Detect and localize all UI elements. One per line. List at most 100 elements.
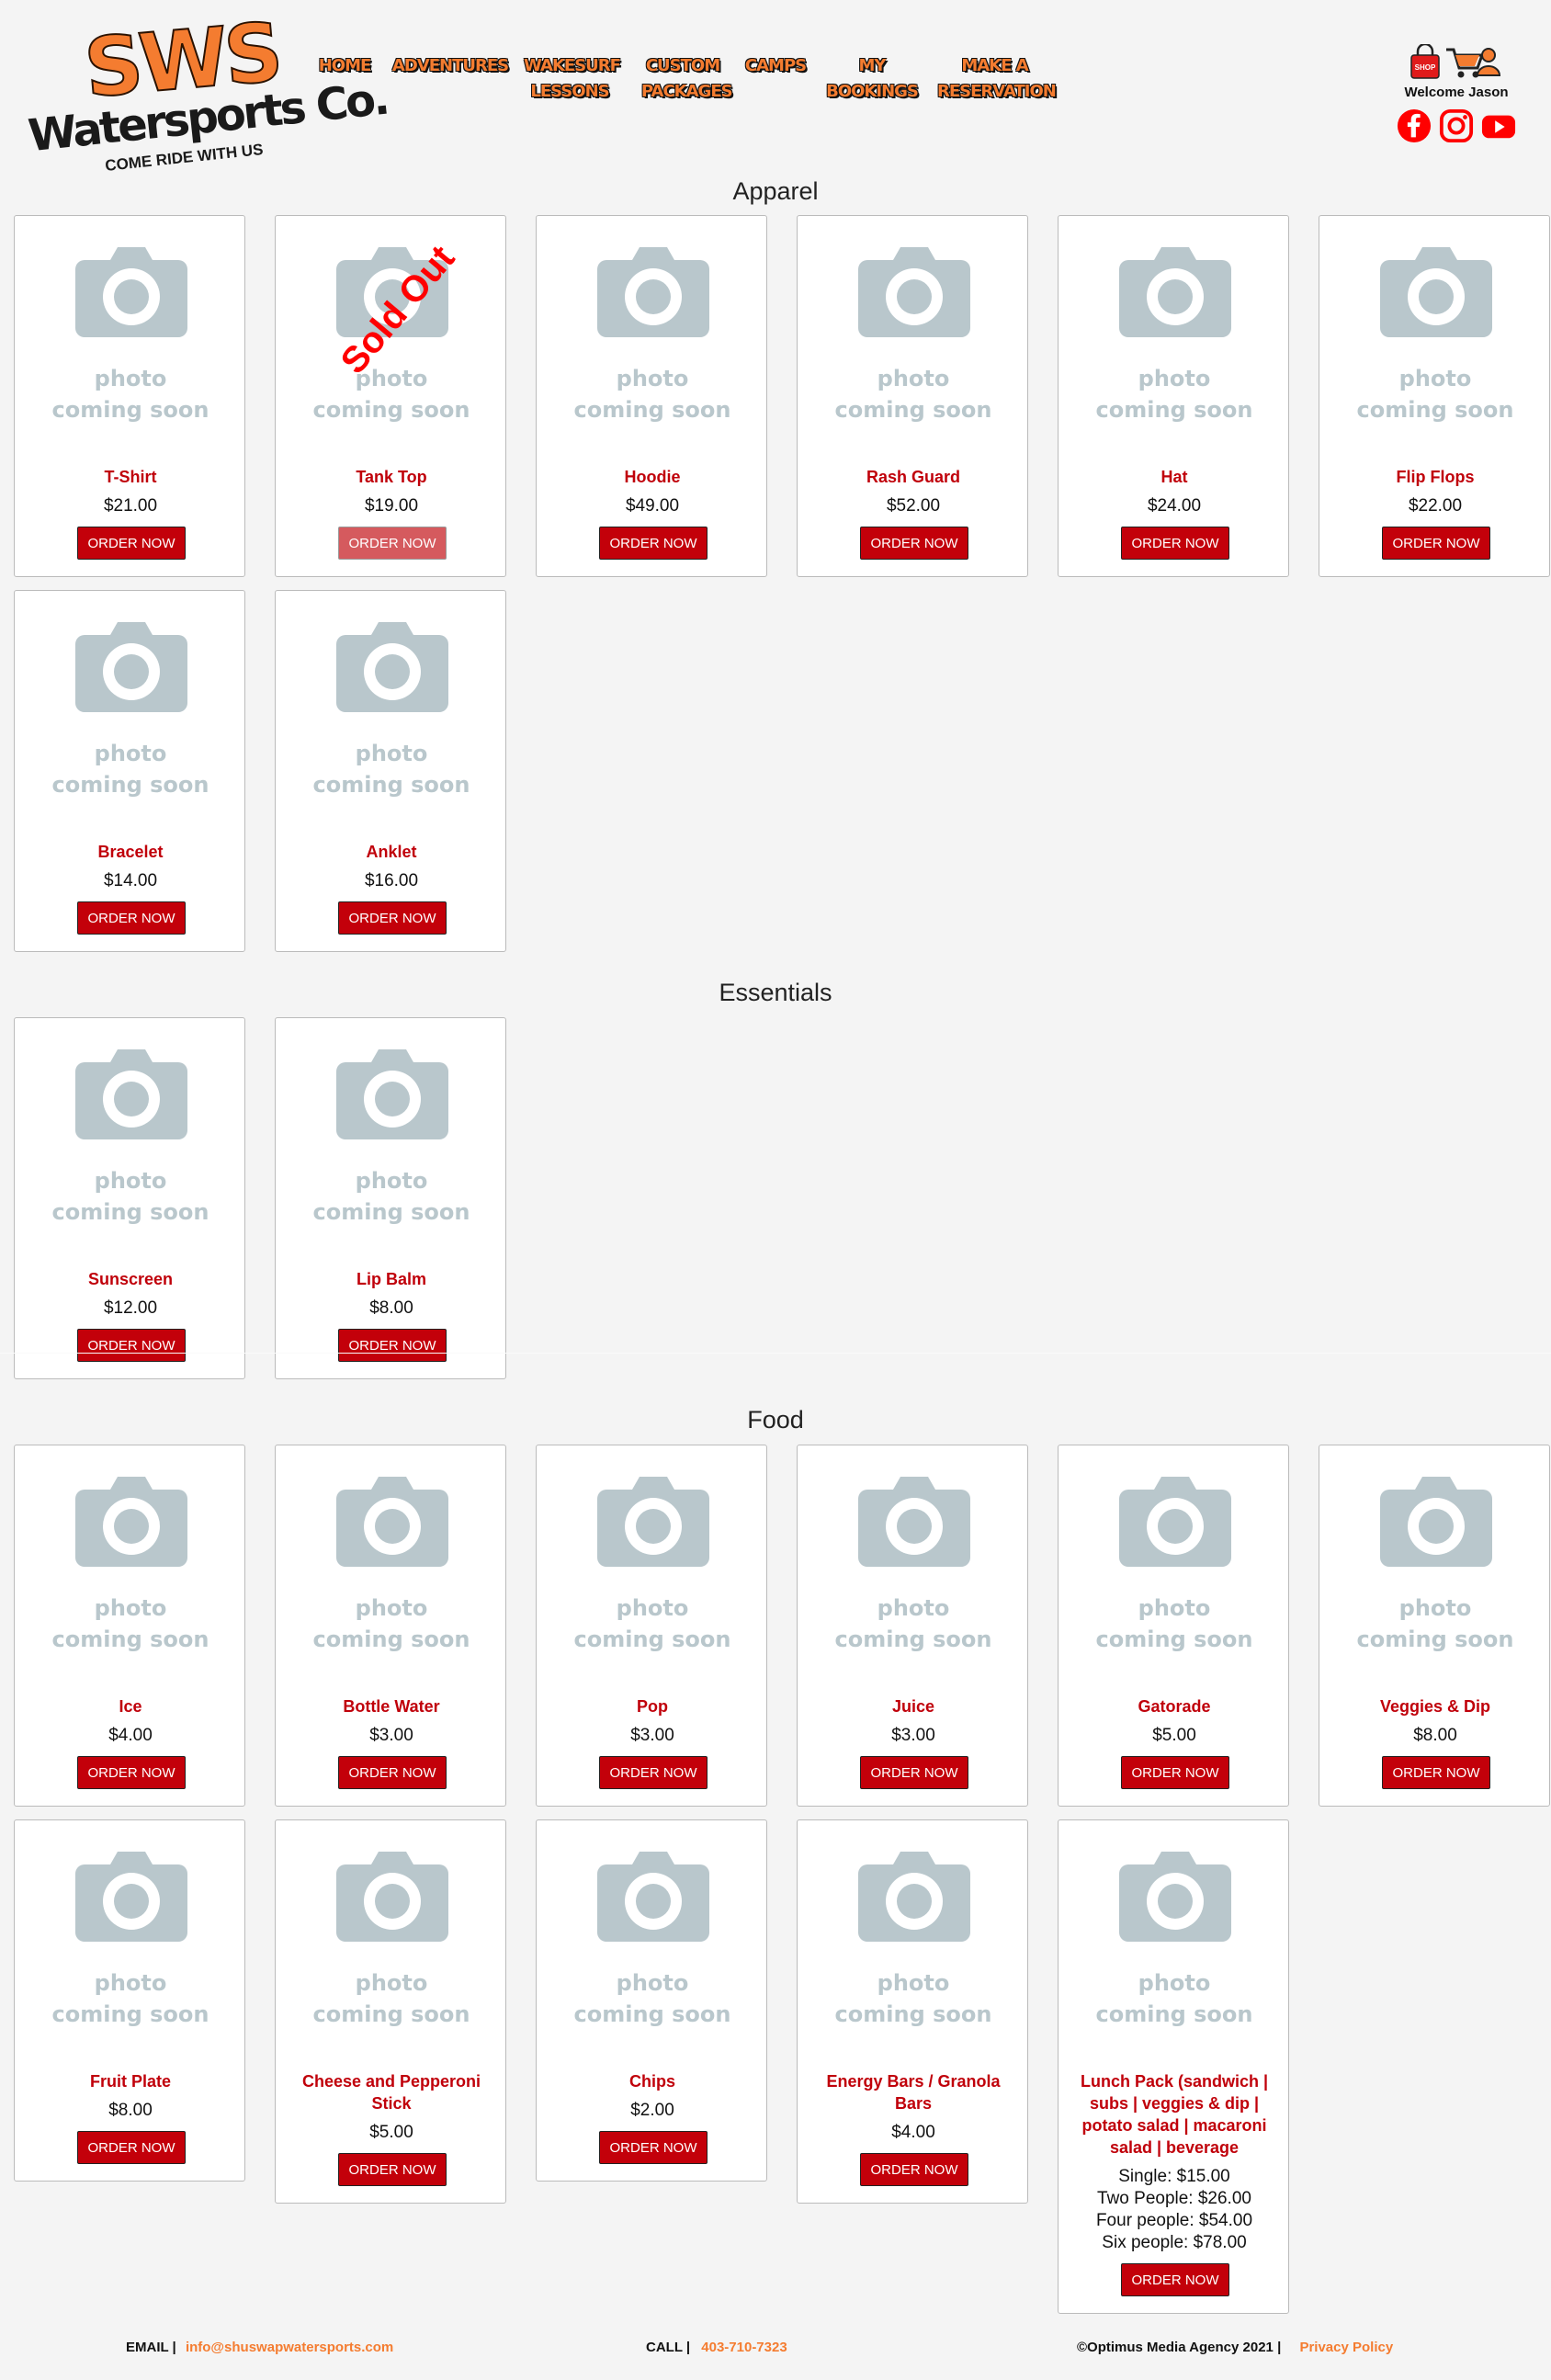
product-card: photo coming soon Bracelet $14.00 ORDER NOW [14, 590, 245, 952]
order-now-button[interactable]: ORDER NOW [77, 1756, 186, 1789]
camera-placeholder-icon [858, 247, 970, 337]
photo-text-line: photo [355, 1970, 428, 1996]
order-now-button[interactable]: ORDER NOW [77, 2131, 186, 2164]
order-now-button[interactable]: ORDER NOW [77, 901, 186, 935]
nav-item-my-bookings[interactable]: MY BOOKINGS [825, 53, 919, 105]
photo-coming-soon-text: photo coming soon [1319, 363, 1551, 425]
cart-user-icon[interactable] [1444, 44, 1501, 81]
nav-item-custom-packages[interactable]: CUSTOM PACKAGES [641, 53, 733, 105]
product-price: $12.00 [103, 1298, 158, 1318]
product-card: photo coming soon Fruit Plate $8.00 ORDER NO… [14, 1819, 245, 2182]
footer-legal: ©Optimus Media Agency 2021 | Privacy Pol… [1077, 2340, 1393, 2355]
photo-text-line: coming soon [1095, 1626, 1253, 1652]
site-logo[interactable]: SWS Watersports Co. COME RIDE WITH US [26, 4, 390, 176]
nav-item-home[interactable]: HOME [317, 53, 372, 79]
order-now-button[interactable]: ORDER NOW [338, 1756, 447, 1789]
site-header: SWS Watersports Co. COME RIDE WITH US HO… [0, 0, 1551, 175]
product-name: Rash Guard [866, 468, 961, 486]
instagram-icon[interactable] [1439, 108, 1474, 144]
order-now-button[interactable]: ORDER NOW [1121, 527, 1229, 560]
photo-text-line: photo [616, 1595, 689, 1621]
photo-text-line: photo [355, 1595, 428, 1621]
nav-item-adventures[interactable]: ADVENTURES [391, 53, 510, 79]
photo-text-line: coming soon [312, 772, 470, 798]
nav-item-make-a-reservation[interactable]: MAKE A RESERVATION [937, 53, 1057, 105]
order-now-button[interactable]: ORDER NOW [860, 1756, 968, 1789]
order-now-button[interactable]: ORDER NOW [77, 1329, 186, 1362]
youtube-icon[interactable] [1481, 108, 1516, 144]
order-now-button[interactable]: ORDER NOW [599, 2131, 708, 2164]
order-now-button[interactable]: ORDER NOW [599, 527, 708, 560]
photo-text-line: coming soon [312, 397, 470, 423]
photo-text-line: coming soon [834, 1626, 992, 1652]
order-now-button[interactable]: ORDER NOW [1121, 1756, 1229, 1789]
order-now-button[interactable]: ORDER NOW [338, 2153, 447, 2186]
product-price: $3.00 [891, 1726, 935, 1745]
photo-text-line: photo [355, 741, 428, 766]
user-area: SHOP Welcome Jason [1397, 44, 1516, 144]
nav-item-label: WAKESURF [524, 56, 621, 75]
product-photo: photo coming soon [537, 244, 768, 423]
photo-text-line: coming soon [573, 1626, 731, 1652]
section-title-food: Food [747, 1406, 804, 1434]
product-name: Ice [119, 1697, 142, 1716]
product-card: photo coming soon Veggies & Dip $8.00 ORDER … [1319, 1445, 1550, 1807]
shop-icons: SHOP [1397, 44, 1516, 81]
photo-text-line: coming soon [51, 2001, 209, 2027]
product-name: Bottle Water [343, 1697, 440, 1716]
order-now-button[interactable]: ORDER NOW [338, 1329, 447, 1362]
product-card: photo coming soon Hoodie $49.00 ORDER NOW [536, 215, 767, 577]
product-card: photo coming soon Lip Balm $8.00 ORDER NOW [275, 1017, 506, 1379]
order-now-button[interactable]: ORDER NOW [860, 2153, 968, 2186]
footer-email-link[interactable]: info@shuswapwatersports.com [186, 2340, 393, 2355]
order-now-button[interactable]: ORDER NOW [1121, 2263, 1229, 2296]
photo-text-line: photo [877, 1595, 950, 1621]
photo-text-line: coming soon [51, 772, 209, 798]
order-now-button: ORDER NOW [338, 527, 447, 560]
product-photo: photo coming soon [15, 244, 246, 423]
product-name: Flip Flops [1396, 468, 1475, 486]
order-now-button[interactable]: ORDER NOW [1382, 527, 1490, 560]
camera-placeholder-icon [75, 1477, 187, 1567]
order-now-button[interactable]: ORDER NOW [599, 1756, 708, 1789]
privacy-policy-link[interactable]: Privacy Policy [1299, 2340, 1393, 2355]
product-price: $16.00 [364, 871, 419, 890]
camera-placeholder-icon [1119, 247, 1231, 337]
nav-item-label: PACKAGES [641, 82, 733, 101]
product-price: $22.00 [1408, 496, 1463, 516]
photo-coming-soon-text: photo coming soon [1319, 1592, 1551, 1655]
camera-placeholder-icon [597, 1852, 709, 1942]
product-price: $3.00 [369, 1726, 413, 1745]
photo-text-line: photo [877, 1970, 950, 1996]
order-now-button[interactable]: ORDER NOW [860, 527, 968, 560]
product-name: Gatorade [1138, 1697, 1211, 1716]
camera-placeholder-icon [1380, 1477, 1492, 1567]
nav-item-label: LESSONS [530, 82, 609, 101]
product-photo: photo coming soon [276, 1046, 507, 1225]
product-card: photo coming soon Hat $24.00 ORDER NOW [1058, 215, 1289, 577]
photo-text-line: coming soon [51, 1626, 209, 1652]
nav-item-wakesurf-lessons[interactable]: WAKESURF LESSONS [524, 53, 621, 105]
photo-coming-soon-text: photo coming soon [1059, 1967, 1290, 2030]
photo-coming-soon-text: photo coming soon [1059, 1592, 1290, 1655]
photo-coming-soon-text: photo coming soon [276, 1592, 507, 1655]
photo-text-line: photo [94, 1595, 167, 1621]
photo-text-line: photo [1398, 1595, 1472, 1621]
nav-item-camps[interactable]: CAMPS [744, 53, 807, 79]
camera-placeholder-icon [858, 1852, 970, 1942]
nav-item-label: ADVENTURES [391, 56, 509, 75]
order-now-button[interactable]: ORDER NOW [1382, 1756, 1490, 1789]
footer-phone-link[interactable]: 403-710-7323 [701, 2340, 787, 2355]
product-card: photo coming soon Rash Guard $52.00 ORDER NO… [797, 215, 1028, 577]
section-title-apparel: Apparel [732, 177, 819, 205]
photo-coming-soon-text: photo coming soon [537, 1967, 768, 2030]
photo-text-line: coming soon [1095, 397, 1253, 423]
photo-text-line: photo [355, 1168, 428, 1194]
product-name: Fruit Plate [89, 2072, 171, 2091]
order-now-button[interactable]: ORDER NOW [77, 527, 186, 560]
order-now-button[interactable]: ORDER NOW [338, 901, 447, 935]
shop-bag-icon[interactable]: SHOP [1409, 44, 1441, 79]
product-name: Pop [637, 1697, 668, 1716]
facebook-icon[interactable] [1397, 108, 1432, 144]
product-photo: photo coming soon [15, 1848, 246, 2027]
